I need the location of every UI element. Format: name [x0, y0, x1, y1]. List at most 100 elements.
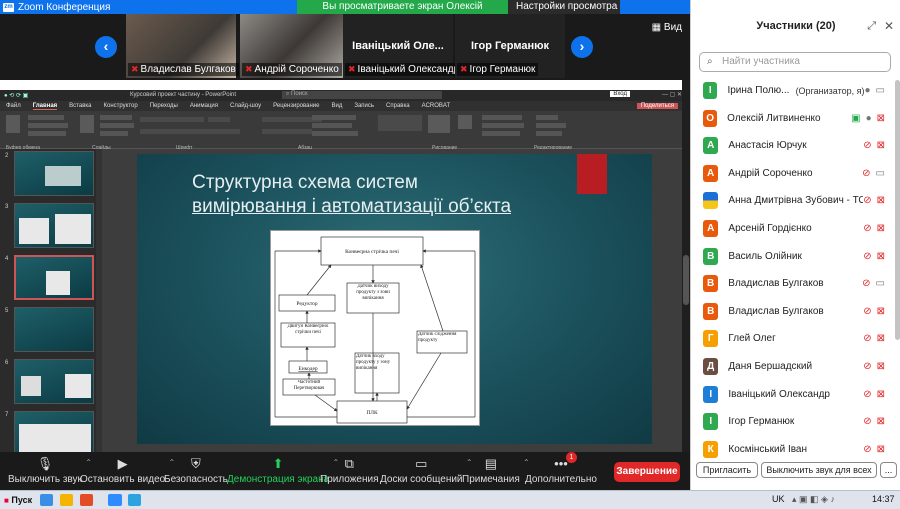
font-family-select[interactable] [140, 117, 204, 122]
ppt-tab[interactable]: Вставка [69, 103, 91, 109]
more-button[interactable]: ••• 1 Дополнительно [525, 452, 597, 485]
gallery-next-button[interactable]: › [571, 36, 593, 58]
media-icon[interactable] [80, 494, 93, 506]
ppt-signin-button[interactable]: Вход [610, 91, 630, 97]
ppt-tab[interactable]: Вид [331, 103, 342, 109]
slide-thumbnail[interactable] [14, 203, 94, 248]
popout-icon[interactable]: ⤢ [867, 20, 876, 33]
current-slide[interactable]: Структурна схема систем вимірювання і ав… [137, 154, 652, 444]
telegram-icon[interactable] [128, 494, 141, 506]
participant-row[interactable]: Анна Дмитрівна Зубович - ТО... ⊘ ⊠ [691, 187, 893, 214]
ppt-search[interactable]: ⌕ Поиск [282, 91, 442, 99]
replace-button[interactable] [536, 123, 566, 128]
participant-row[interactable]: В Владислав Булгаков ⊘ ▭ [691, 270, 893, 297]
font-format-row[interactable] [140, 129, 240, 134]
participant-row[interactable]: В Владислав Булгаков ⊘ ⊠ [691, 298, 893, 325]
view-button[interactable]: ▦ Вид [652, 22, 682, 33]
arrange-button[interactable] [428, 115, 450, 133]
participant-tile[interactable]: Іваніцький Оле... ✖ Іваніцький Олександр [343, 14, 463, 78]
invite-button[interactable]: Пригласить [696, 462, 758, 478]
participant-row[interactable]: І Іваніцький Олександр ⊘ ⊠ [691, 381, 893, 408]
participant-row[interactable]: І Ігор Германюк ⊘ ⊠ [691, 408, 893, 435]
section-button[interactable] [100, 131, 128, 136]
copy-button[interactable] [28, 123, 68, 128]
smartart-button[interactable] [312, 131, 358, 136]
paste-icon[interactable] [6, 115, 20, 133]
mute-button[interactable]: 🎙 Выключить звук ⌃ [8, 456, 92, 485]
explorer-icon[interactable] [60, 494, 73, 506]
mute-all-button[interactable]: Выключить звук для всех [761, 462, 877, 478]
shape-outline-button[interactable] [482, 123, 524, 128]
window-controls-icon[interactable]: — ▢ ✕ [662, 91, 682, 98]
ppt-tab[interactable]: Переходы [150, 103, 178, 109]
format-painter-button[interactable] [28, 131, 66, 136]
align-text-button[interactable] [312, 123, 352, 128]
tile-label: ✖ Ігор Германюк [457, 63, 539, 76]
new-slide-icon[interactable] [80, 115, 94, 133]
participant-tile[interactable]: ✖ Владислав Булгаков [126, 14, 239, 78]
zoom-taskbar-icon[interactable] [108, 494, 122, 506]
autosave-icon: ● ⟲ ⟳ ▣ [4, 93, 29, 99]
ppt-tab[interactable]: Анимация [190, 103, 218, 109]
tile-label: ✖ Владислав Булгаков [128, 63, 239, 76]
slide-thumbnail[interactable] [14, 151, 94, 196]
participant-row[interactable]: Г Глей Олег ⊘ ⊠ [691, 325, 893, 352]
scrollbar-thumb[interactable] [683, 255, 689, 305]
language-indicator[interactable]: UK [772, 494, 785, 504]
view-options-button[interactable]: Настройки просмотра ⌄ [508, 0, 620, 26]
slide-thumbnail[interactable] [14, 359, 94, 404]
notes-button[interactable]: ▤ Примечания ⌃ [462, 456, 530, 485]
quick-styles-button[interactable] [458, 115, 472, 129]
end-meeting-button[interactable]: Завершение [614, 462, 680, 482]
slide-thumbnail-selected[interactable] [14, 255, 94, 300]
cut-button[interactable] [28, 115, 64, 120]
participant-row[interactable]: А Анастасія Юрчук ⊘ ⊠ [691, 132, 893, 159]
participant-search-input[interactable]: ⌕ Найти участника [699, 52, 891, 72]
participant-tile[interactable]: Ігор Германюк ✖ Ігор Германюк [455, 14, 565, 78]
ppt-tab[interactable]: Главная [32, 103, 58, 110]
layout-button[interactable] [100, 115, 132, 120]
participant-row[interactable]: А Арсеній Гордієнко ⊘ ⊠ [691, 215, 893, 242]
ppt-tab[interactable]: Файл [6, 103, 21, 109]
select-button[interactable] [536, 131, 562, 136]
shape-fill-button[interactable] [482, 115, 522, 120]
text-direction-button[interactable] [312, 115, 356, 120]
shape-effects-button[interactable] [482, 131, 520, 136]
shapes-gallery[interactable] [378, 115, 422, 131]
slide-thumbnail[interactable] [14, 411, 94, 456]
participant-row[interactable]: Д Даня Бершадский ⊘ ⊠ [691, 353, 893, 380]
participant-status-icons: ⊘ ⊠ [863, 361, 885, 372]
browser-icon[interactable] [40, 494, 53, 506]
security-button[interactable]: ⛨ Безопасность [164, 456, 228, 485]
ppt-tab[interactable]: ACROBAT [422, 103, 451, 109]
whiteboards-button[interactable]: ▭ Доски сообщений ⌃ [380, 456, 473, 485]
find-button[interactable] [536, 115, 558, 120]
start-button[interactable]: ■ Пуск [0, 492, 36, 508]
ppt-tab[interactable]: Запись [354, 103, 374, 109]
reset-button[interactable] [100, 123, 134, 128]
apps-button[interactable]: ⧉ Приложения [320, 456, 379, 485]
tray-icons[interactable]: ▴ ▣ ◧ ◈ ♪ [792, 494, 835, 505]
ppt-tab[interactable]: Слайд-шоу [230, 103, 261, 109]
ppt-tab[interactable]: Рецензирование [273, 103, 319, 109]
participant-tile[interactable]: ✖ Андрій Сороченко [240, 14, 350, 78]
structure-diagram[interactable]: Конвеєрна стрічка печі Редуктор Датчик в… [270, 230, 480, 426]
participant-row[interactable]: А Андрій Сороченко ⊘ ▭ [691, 160, 893, 187]
alignment-row[interactable] [262, 129, 312, 134]
gallery-prev-button[interactable]: ‹ [95, 36, 117, 58]
share-scrollbar[interactable] [682, 80, 690, 452]
participant-row[interactable]: О Олексій Литвиненко ▣ ● ⊠ [691, 105, 893, 132]
participants-more-button[interactable]: ... [880, 462, 897, 478]
font-size-select[interactable] [208, 117, 230, 122]
ppt-tab[interactable]: Конструктор [103, 103, 137, 109]
stop-video-button[interactable]: ▶ Остановить видео ⌃ [80, 456, 175, 485]
participants-scrollbar[interactable] [895, 80, 900, 340]
participant-row[interactable]: І Ірина Полю... (Организатор, я) ● ▭ [691, 77, 893, 104]
close-icon[interactable]: ✕ [884, 19, 894, 33]
participant-row[interactable]: К Космінський Іван ⊘ ⊠ [691, 436, 893, 463]
share-screen-button[interactable]: ⬆ Демонстрация экрана ⌃ [227, 456, 339, 485]
ppt-tab[interactable]: Справка [386, 103, 410, 109]
slide-thumbnail[interactable] [14, 307, 94, 352]
participant-row[interactable]: В Василь Олійник ⊘ ⊠ [691, 243, 893, 270]
ppt-share-button[interactable]: Поделиться [636, 103, 678, 109]
